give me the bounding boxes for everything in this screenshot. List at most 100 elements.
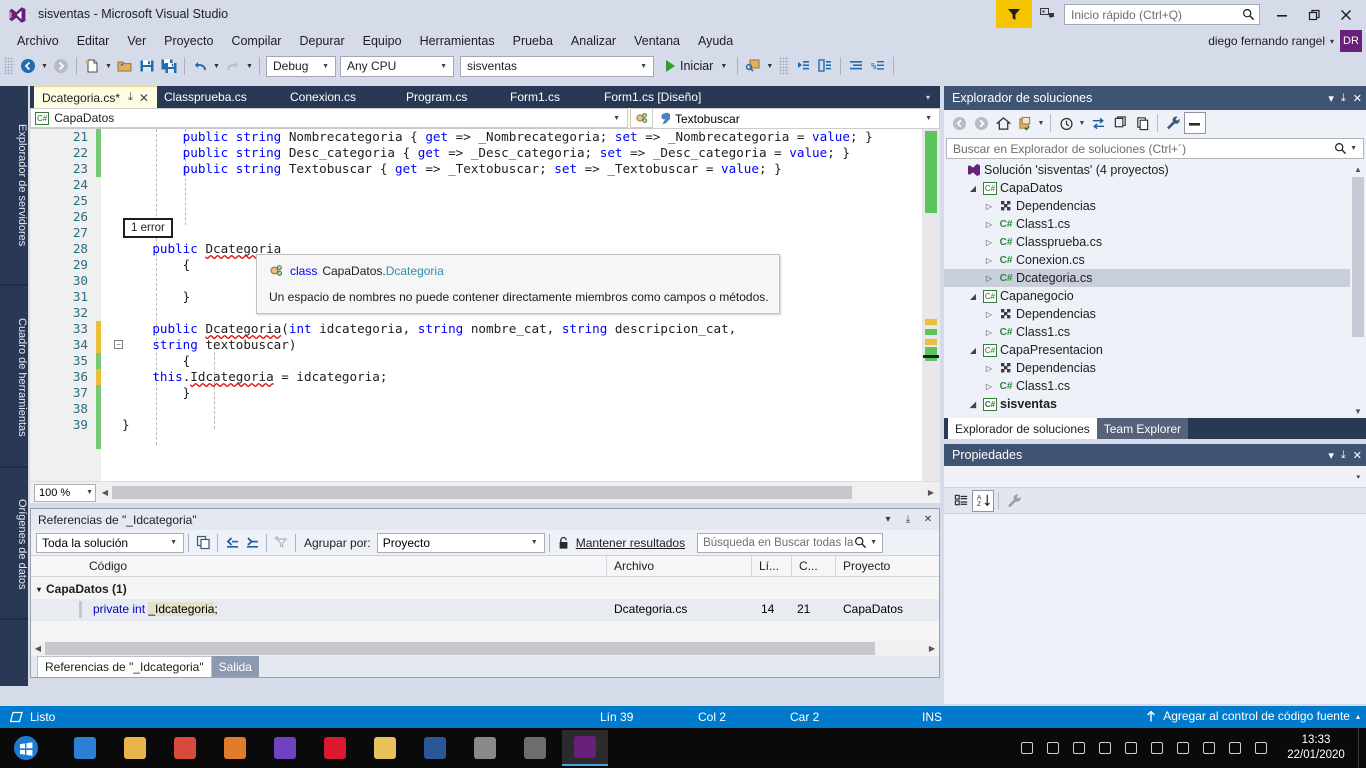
properties-grid[interactable] bbox=[944, 514, 1366, 704]
solution-tree[interactable]: Solución 'sisventas' (4 proyectos) ◢ C# Cap… bbox=[944, 161, 1366, 419]
network-icon[interactable] bbox=[1248, 728, 1274, 768]
attach-to-process-icon[interactable] bbox=[742, 55, 764, 77]
chevron-collapsed-icon[interactable]: ▷ bbox=[982, 274, 996, 283]
panel-dropdown-icon[interactable]: ▾ bbox=[880, 511, 896, 529]
left-dock-tab-2[interactable]: Orígenes de datos bbox=[0, 470, 28, 620]
menu-item-depurar[interactable]: Depurar bbox=[290, 32, 353, 50]
platform-combo[interactable]: Any CPU ▼ bbox=[340, 55, 454, 77]
find-results-group-row[interactable]: ▾ CapaDatos (1) bbox=[31, 579, 939, 599]
taskbar-edge-icon[interactable] bbox=[62, 730, 108, 766]
solution-tree-node-capapresentacion[interactable]: ◢ C# CapaPresentacion bbox=[944, 341, 1350, 359]
chevron-expanded-icon[interactable]: ◢ bbox=[966, 184, 980, 193]
menu-item-compilar[interactable]: Compilar bbox=[222, 32, 290, 50]
volume-icon[interactable] bbox=[1196, 728, 1222, 768]
navigate-forward-icon[interactable] bbox=[970, 112, 992, 134]
search-options-caret-icon[interactable]: ▼ bbox=[1347, 145, 1360, 152]
solution-tree-node-dependencias[interactable]: ▷ Dependencias bbox=[944, 305, 1350, 323]
panel-close-icon[interactable]: ✕ bbox=[1353, 449, 1362, 462]
find-results-horizontal-scrollbar[interactable]: ◀ ▶ bbox=[31, 641, 939, 656]
find-results-search-input[interactable]: Búsqueda en Buscar todas las r ▼ bbox=[697, 532, 884, 553]
find-results-tab-1[interactable]: Salida bbox=[211, 656, 259, 677]
menu-item-ver[interactable]: Ver bbox=[118, 32, 155, 50]
toolbar-grip[interactable] bbox=[779, 57, 790, 75]
chevron-expanded-icon[interactable]: ◢ bbox=[966, 400, 980, 409]
editor-horizontal-scrollbar[interactable]: ◀ ▶ bbox=[98, 485, 938, 500]
flag-icon[interactable] bbox=[1170, 728, 1196, 768]
restore-button[interactable] bbox=[1300, 4, 1328, 26]
alphabetical-icon[interactable]: AZ bbox=[972, 489, 994, 512]
scroll-position-indicator[interactable] bbox=[923, 355, 939, 358]
group-by-combo[interactable]: Proyecto ▼ bbox=[376, 532, 545, 553]
column-separator[interactable] bbox=[606, 556, 607, 577]
solution-tree-node-conexion-cs[interactable]: ▷ C# Conexion.cs bbox=[944, 251, 1350, 269]
toolbar-grip[interactable] bbox=[4, 57, 14, 75]
copy-icon[interactable] bbox=[193, 533, 213, 553]
preview-selected-items-icon[interactable] bbox=[1184, 112, 1206, 134]
column-header-0[interactable]: Código bbox=[89, 559, 127, 573]
menu-item-editar[interactable]: Editar bbox=[68, 32, 119, 50]
menu-item-archivo[interactable]: Archivo bbox=[8, 32, 68, 50]
source-control-button[interactable]: Agregar al control de código fuente ▴ bbox=[1145, 709, 1360, 723]
taskbar-media-player-icon[interactable] bbox=[262, 730, 308, 766]
taskbar-sql-server-icon[interactable] bbox=[512, 730, 558, 766]
lock-icon[interactable] bbox=[554, 533, 574, 553]
solution-tree-node-capadatos[interactable]: ◢ C# CapaDatos bbox=[944, 179, 1350, 197]
undo-caret-icon[interactable]: ▼ bbox=[211, 55, 222, 77]
tab-close-icon[interactable]: ✕ bbox=[139, 91, 149, 105]
left-dock-tab-0[interactable]: Explorador de servidores bbox=[0, 86, 28, 286]
menu-item-proyecto[interactable]: Proyecto bbox=[155, 32, 222, 50]
opera-tray-icon[interactable] bbox=[1066, 728, 1092, 768]
navigate-back-caret-icon[interactable]: ▼ bbox=[39, 55, 50, 77]
redo-icon[interactable] bbox=[222, 55, 244, 77]
panel-pin-icon[interactable]: ⤓ bbox=[1341, 92, 1346, 105]
scroll-thumb[interactable] bbox=[1352, 177, 1364, 337]
chevron-collapsed-icon[interactable]: ▷ bbox=[982, 310, 996, 319]
panel-pin-icon[interactable]: ⤓ bbox=[1341, 449, 1346, 462]
solution-tree-node-dependencias[interactable]: ▷ Dependencias bbox=[944, 359, 1350, 377]
chevron-down-icon[interactable]: ▼ bbox=[1077, 112, 1087, 134]
startup-project-combo[interactable]: sisventas ▼ bbox=[460, 55, 654, 77]
scroll-down-icon[interactable]: ▼ bbox=[1350, 403, 1366, 419]
solution-tree-node-dependencias[interactable]: ▷ Dependencias bbox=[944, 197, 1350, 215]
account-caret-icon[interactable]: ▾ bbox=[1330, 37, 1334, 46]
power-icon[interactable] bbox=[1222, 728, 1248, 768]
menu-item-ventana[interactable]: Ventana bbox=[625, 32, 689, 50]
keep-results-label[interactable]: Mantener resultados bbox=[576, 536, 685, 550]
new-item-icon[interactable] bbox=[81, 55, 103, 77]
navigate-forward-icon[interactable] bbox=[50, 55, 72, 77]
start-debug-button[interactable]: Iniciar ▼ bbox=[662, 55, 733, 77]
save-all-icon[interactable] bbox=[158, 55, 180, 77]
nvidia-icon[interactable] bbox=[1118, 728, 1144, 768]
scope-combo[interactable]: Toda la solución ▼ bbox=[36, 532, 184, 553]
chevron-collapsed-icon[interactable]: ▷ bbox=[982, 202, 996, 211]
properties-object-combo[interactable]: ▾ bbox=[944, 466, 1366, 488]
categorized-icon[interactable] bbox=[950, 490, 972, 512]
comment-icon[interactable]: % bbox=[867, 55, 889, 77]
clear-filter-icon[interactable] bbox=[271, 533, 291, 553]
taskbar-word-icon[interactable] bbox=[412, 730, 458, 766]
panel-tab-explorador-de-soluciones[interactable]: Explorador de soluciones bbox=[948, 418, 1097, 439]
panel-dropdown-icon[interactable]: ▾ bbox=[1328, 92, 1334, 105]
column-separator[interactable] bbox=[835, 556, 836, 577]
pending-changes-icon[interactable] bbox=[1014, 112, 1036, 134]
search-options-caret-icon[interactable]: ▼ bbox=[867, 539, 880, 546]
open-file-icon[interactable] bbox=[114, 55, 136, 77]
editor-tab-form1-cs--dise-o-[interactable]: Form1.cs [Diseño] bbox=[596, 86, 709, 108]
attach-caret-icon[interactable]: ▼ bbox=[764, 55, 775, 77]
show-all-files-icon[interactable] bbox=[1131, 112, 1153, 134]
panel-close-icon[interactable]: ✕ bbox=[1353, 92, 1362, 105]
editor-tab-dcategoria-cs-[interactable]: Dcategoria.cs* ⤓ ✕ bbox=[34, 86, 157, 108]
scroll-left-icon[interactable]: ◀ bbox=[31, 641, 45, 655]
editor-scroll-markers[interactable] bbox=[922, 129, 940, 481]
solution-tree-node-class1-cs[interactable]: ▷ C# Class1.cs bbox=[944, 323, 1350, 341]
properties-wrench-icon[interactable] bbox=[1162, 112, 1184, 134]
menu-item-ayuda[interactable]: Ayuda bbox=[689, 32, 742, 50]
solution-tree-node-classprueba-cs[interactable]: ▷ C# Classprueba.cs bbox=[944, 233, 1350, 251]
column-separator[interactable] bbox=[791, 556, 792, 577]
column-header-3[interactable]: C... bbox=[799, 559, 818, 573]
collapse-all-icon[interactable] bbox=[1109, 112, 1131, 134]
scroll-thumb[interactable] bbox=[112, 486, 852, 499]
chevron-collapsed-icon[interactable]: ▷ bbox=[982, 238, 996, 247]
undo-icon[interactable] bbox=[189, 55, 211, 77]
zoom-level-combo[interactable]: 100 % ▼ bbox=[34, 483, 96, 502]
